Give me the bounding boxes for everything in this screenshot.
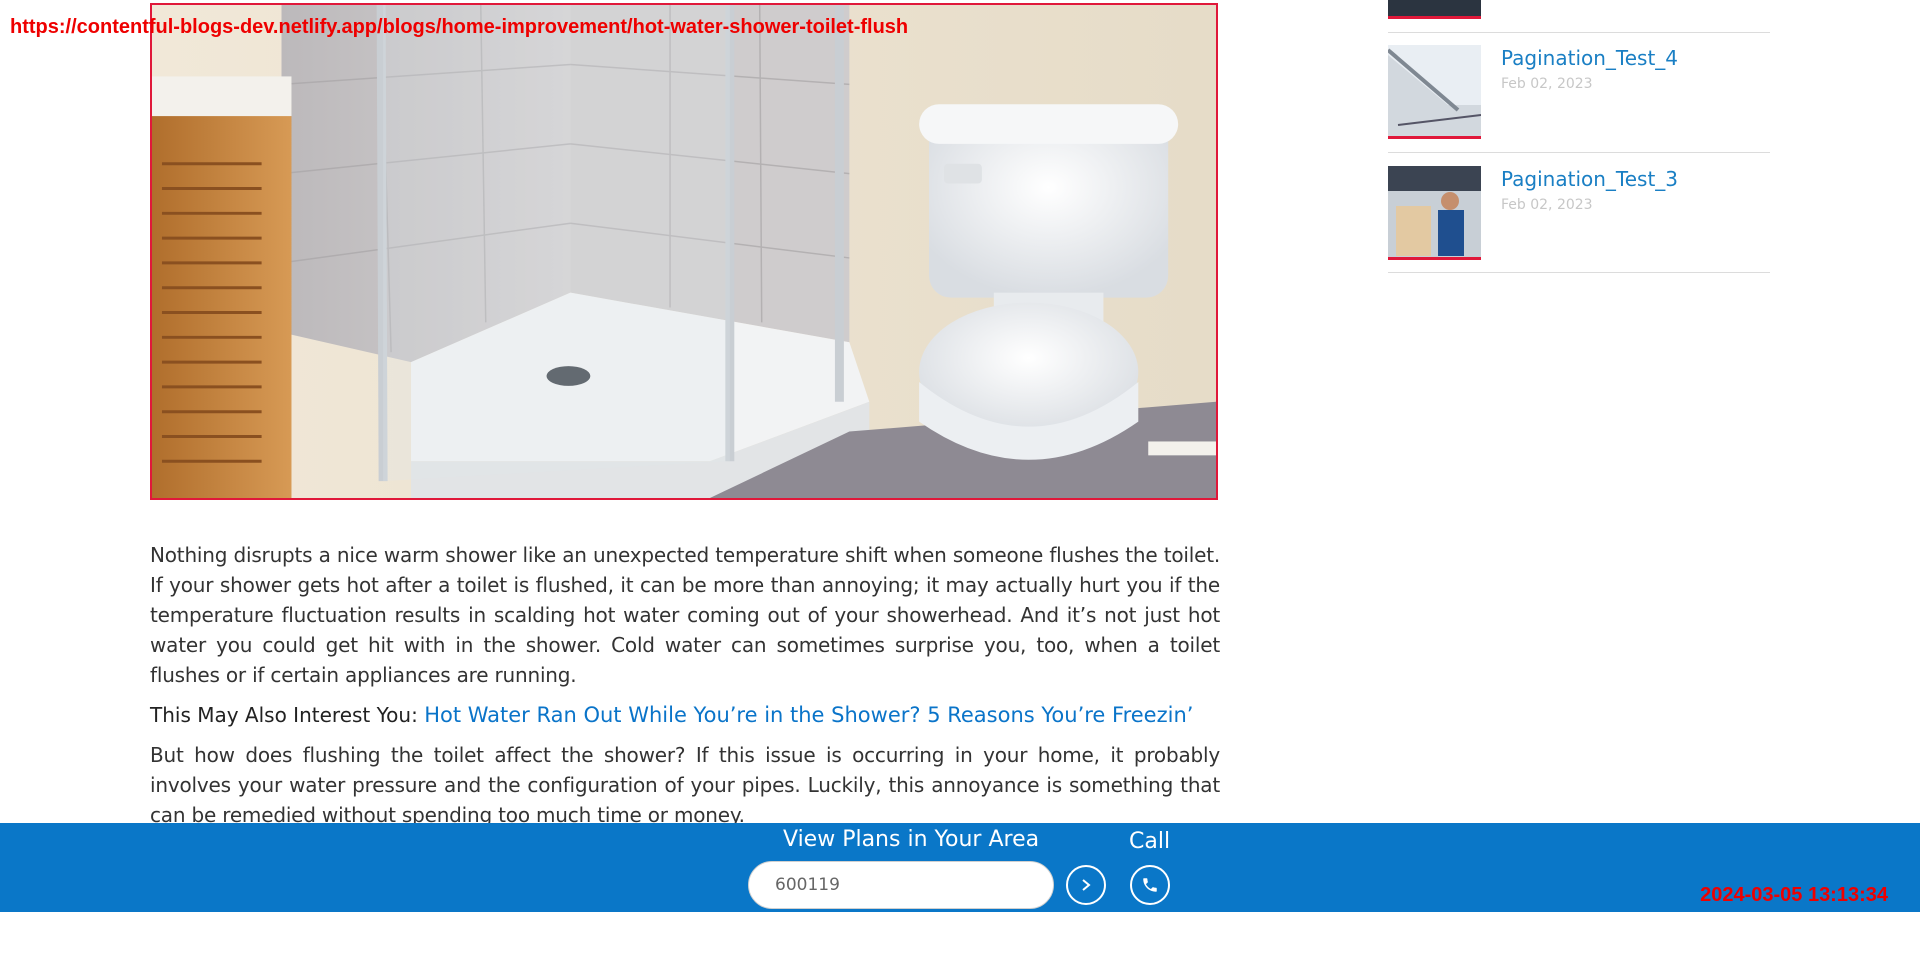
article-paragraph: But how does flushing the toilet affect … (150, 743, 1220, 827)
related-article: This May Also Interest You: Hot Water Ra… (150, 700, 1220, 730)
timestamp-overlay: 2024-03-05 13:13:34 (1700, 884, 1888, 906)
hero-image (150, 3, 1218, 500)
post-title[interactable]: Pagination_Test_3 (1501, 167, 1678, 191)
sidebar-post-partial[interactable] (1388, 0, 1770, 33)
article-body: Nothing disrupts a nice warm shower like… (150, 540, 1220, 830)
post-thumbnail (1388, 0, 1481, 19)
submit-zip-button[interactable] (1066, 865, 1106, 905)
view-plans-label: View Plans in Your Area (783, 827, 1040, 852)
post-date: Feb 02, 2023 (1501, 197, 1593, 213)
sidebar-post[interactable]: Pagination_Test_3 Feb 02, 2023 (1388, 153, 1770, 273)
post-thumbnail (1388, 45, 1481, 139)
related-article-lead: This May Also Interest You: (150, 703, 418, 727)
call-button[interactable] (1130, 865, 1170, 905)
chevron-right-icon (1082, 879, 1091, 891)
related-posts-sidebar: Pagination_Test_4 Feb 02, 2023 Paginatio… (1388, 0, 1770, 273)
phone-icon (1143, 878, 1157, 892)
sidebar-post[interactable]: Pagination_Test_4 Feb 02, 2023 (1388, 33, 1770, 153)
post-thumbnail (1388, 166, 1481, 260)
page-url-overlay: https://contentful-blogs-dev.netlify.app… (10, 16, 909, 38)
zip-code-input[interactable] (748, 861, 1054, 909)
post-title[interactable]: Pagination_Test_4 (1501, 46, 1678, 70)
sticky-plans-bar: View Plans in Your Area Call (0, 823, 1920, 912)
article-paragraph: Nothing disrupts a nice warm shower like… (150, 543, 1220, 687)
call-label: Call (1129, 829, 1171, 854)
related-article-link[interactable]: Hot Water Ran Out While You’re in the Sh… (424, 703, 1193, 727)
post-date: Feb 02, 2023 (1501, 76, 1593, 92)
